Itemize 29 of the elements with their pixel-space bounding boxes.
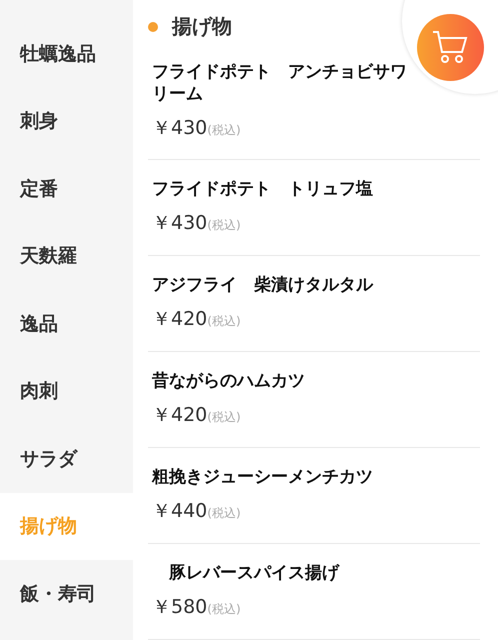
category-item[interactable]: サラダ xyxy=(0,425,133,492)
item-name[interactable]: フライドポテト トリュフ塩 xyxy=(152,178,373,200)
tax-note: (税込) xyxy=(207,409,241,426)
item-price: ￥420 xyxy=(152,403,208,428)
item-price: ￥580 xyxy=(152,595,208,620)
tax-note: (税込) xyxy=(207,313,241,330)
item-price: ￥420 xyxy=(152,307,208,332)
tax-note: (税込) xyxy=(207,217,241,234)
category-item[interactable]: 牡蠣逸品 xyxy=(0,20,133,88)
category-item[interactable]: 肉刺 xyxy=(0,358,133,425)
category-item[interactable]: 天麩羅 xyxy=(0,222,133,290)
category-item[interactable]: 逸品 xyxy=(0,290,133,358)
item-price: ￥430 xyxy=(152,211,208,236)
item-name[interactable]: フライドポテト アンチョビサワ リーム xyxy=(152,61,407,105)
item-price: ￥440 xyxy=(152,499,208,524)
section-dot-icon xyxy=(148,22,158,32)
item-name[interactable]: 粗挽きジューシーメンチカツ xyxy=(152,466,373,488)
item-price: ￥430 xyxy=(152,116,208,141)
tax-note: (税込) xyxy=(207,601,241,618)
section-title: 揚げ物 xyxy=(172,13,232,40)
category-item[interactable]: 定番 xyxy=(0,155,133,222)
item-name[interactable]: アジフライ 柴漬けタルタル xyxy=(152,274,373,296)
cart-icon xyxy=(432,30,468,64)
category-item[interactable]: 刺身 xyxy=(0,88,133,155)
tax-note: (税込) xyxy=(207,505,241,522)
item-name[interactable]: 豚レバースパイス揚げ xyxy=(152,562,339,584)
category-item[interactable]: 飯・寿司 xyxy=(0,560,133,628)
item-name[interactable]: 昔ながらのハムカツ xyxy=(152,370,305,392)
tax-note: (税込) xyxy=(207,122,241,139)
